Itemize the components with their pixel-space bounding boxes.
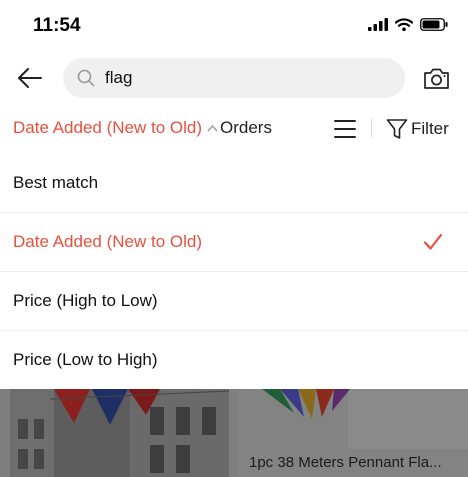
search-row bbox=[0, 56, 468, 100]
chevron-up-icon bbox=[207, 124, 218, 132]
sort-orders-button[interactable]: Orders bbox=[220, 118, 272, 138]
dimmed-overlay[interactable]: 1pc 38 Meters Pennant Fla... bbox=[0, 389, 468, 477]
sort-option-date-added[interactable]: Date Added (New to Old) bbox=[0, 213, 468, 272]
list-view-icon bbox=[334, 120, 356, 138]
sort-active-button[interactable]: Date Added (New to Old) bbox=[13, 118, 218, 138]
filter-button[interactable]: Filter bbox=[386, 115, 449, 143]
product-photo-street-flags bbox=[10, 389, 229, 477]
checkmark-icon bbox=[423, 233, 443, 250]
battery-icon bbox=[420, 18, 448, 31]
status-bar: 11:54 bbox=[0, 0, 468, 54]
filter-icon bbox=[386, 119, 408, 139]
sort-active-label: Date Added (New to Old) bbox=[13, 118, 202, 137]
back-button[interactable] bbox=[16, 65, 44, 91]
search-box[interactable] bbox=[63, 58, 405, 98]
sort-dropdown: Best match Date Added (New to Old) Price… bbox=[0, 154, 468, 389]
status-icons bbox=[368, 18, 448, 31]
sort-option-label: Best match bbox=[13, 173, 99, 192]
search-icon bbox=[77, 69, 95, 87]
sort-option-label: Date Added (New to Old) bbox=[13, 232, 202, 251]
sort-option-label: Price (Low to High) bbox=[13, 350, 158, 369]
wifi-icon bbox=[395, 18, 413, 31]
sort-option-label: Price (High to Low) bbox=[13, 291, 158, 310]
filter-label: Filter bbox=[411, 119, 449, 138]
product-photo-pennant bbox=[262, 389, 468, 449]
sort-option-price-low-high[interactable]: Price (Low to High) bbox=[0, 331, 468, 389]
sort-bar-divider bbox=[371, 119, 372, 137]
sort-bar: Date Added (New to Old) Orders Filter bbox=[0, 112, 468, 148]
signal-icon bbox=[368, 18, 388, 31]
sort-option-best-match[interactable]: Best match bbox=[0, 154, 468, 213]
list-view-button[interactable] bbox=[334, 119, 356, 139]
product-title: 1pc 38 Meters Pennant Fla... bbox=[249, 454, 442, 471]
camera-icon bbox=[424, 68, 449, 89]
sort-option-price-high-low[interactable]: Price (High to Low) bbox=[0, 272, 468, 331]
product-card[interactable]: 1pc 38 Meters Pennant Fla... bbox=[238, 389, 468, 477]
back-arrow-icon bbox=[18, 68, 42, 88]
camera-search-button[interactable] bbox=[423, 66, 450, 90]
product-image[interactable] bbox=[10, 389, 229, 477]
search-input[interactable] bbox=[105, 58, 385, 98]
status-time: 11:54 bbox=[33, 15, 81, 36]
